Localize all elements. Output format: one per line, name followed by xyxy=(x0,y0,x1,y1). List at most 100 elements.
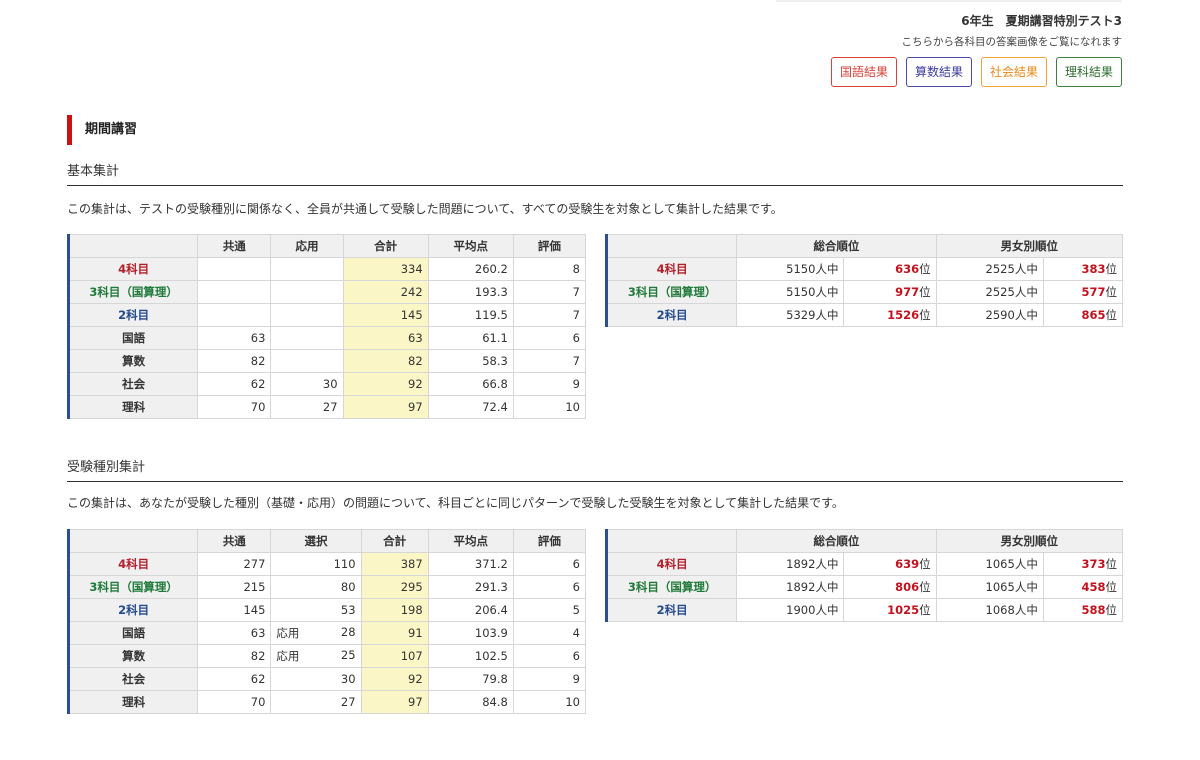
total-score: 63 xyxy=(342,326,429,350)
japanese-result-button[interactable]: 国語結果 xyxy=(830,57,897,87)
choice-score: 応用 28 xyxy=(270,621,362,645)
math-result-button[interactable]: 算数結果 xyxy=(905,57,972,87)
table-row: 2科目 145 119.5 7 xyxy=(67,303,587,327)
average-score: 58.3 xyxy=(427,349,514,373)
answer-image-note: こちらから各科目の答案画像をご覧になれます xyxy=(901,36,1123,48)
gender-rank: 577位 xyxy=(1042,280,1124,304)
row-label: 4科目 xyxy=(67,257,199,281)
choice-score: 30 xyxy=(270,667,362,691)
table-row: 社会 62 30 92 66.8 9 xyxy=(67,372,587,396)
gender-count: 2525人中 xyxy=(935,257,1044,281)
row-label: 社会 xyxy=(67,372,199,396)
common-score: 215 xyxy=(197,575,272,599)
average-score: 61.1 xyxy=(427,326,514,350)
table-row: 4科目 277 110 387 371.2 6 xyxy=(67,552,587,576)
common-score: 63 xyxy=(197,621,272,645)
gender-count: 1065人中 xyxy=(935,575,1044,599)
total-score: 242 xyxy=(342,280,429,304)
row-label: 4科目 xyxy=(605,552,738,576)
total-score: 145 xyxy=(342,303,429,327)
grade: 6 xyxy=(512,326,587,350)
common-score xyxy=(197,257,272,281)
table-row: 国語 63 63 61.1 6 xyxy=(67,326,587,350)
column-header: 男女別順位 xyxy=(935,529,1124,553)
row-label: 2科目 xyxy=(605,598,738,622)
common-score xyxy=(197,280,272,304)
row-label: 3科目（国算理） xyxy=(67,280,199,304)
table-row: 国語 63 応用 28 91 103.9 4 xyxy=(67,621,587,645)
total-score: 92 xyxy=(342,372,429,396)
column-header: 総合順位 xyxy=(736,529,937,553)
grade: 5 xyxy=(512,598,587,622)
column-header: 合計 xyxy=(360,529,429,553)
total-rank: 806位 xyxy=(843,575,937,599)
table-row: 理科 70 27 97 72.4 10 xyxy=(67,395,587,419)
table-row: 3科目（国算理） 215 80 295 291.3 6 xyxy=(67,575,587,599)
applied-score xyxy=(270,303,344,327)
type-rank-table: 総合順位 男女別順位 4科目 1892人中 639位 1065人中 373位 3… xyxy=(605,529,1124,622)
average-score: 193.3 xyxy=(427,280,514,304)
grade: 10 xyxy=(512,690,587,714)
table-row: 3科目（国算理） 242 193.3 7 xyxy=(67,280,587,304)
gender-count: 2525人中 xyxy=(935,280,1044,304)
table-row: 理科 70 27 97 84.8 10 xyxy=(67,690,587,714)
total-count: 5150人中 xyxy=(736,257,845,281)
row-label: 国語 xyxy=(67,326,199,350)
gender-rank: 383位 xyxy=(1042,257,1124,281)
basic-summary-description: この集計は、テストの受験種別に関係なく、全員が共通して受験した問題について、すべ… xyxy=(67,202,783,216)
grade: 4 xyxy=(512,621,587,645)
total-score: 107 xyxy=(360,644,429,668)
row-label: 4科目 xyxy=(67,552,199,576)
social-result-button[interactable]: 社会結果 xyxy=(980,57,1047,87)
table-row: 算数 82 応用 25 107 102.5 6 xyxy=(67,644,587,668)
column-header: 平均点 xyxy=(427,234,514,258)
column-header: 総合順位 xyxy=(736,234,937,258)
table-header-row: 総合順位 男女別順位 xyxy=(605,529,1124,553)
applied-score: 27 xyxy=(270,395,344,419)
gender-count: 1065人中 xyxy=(935,552,1044,576)
table-row: 2科目 145 53 198 206.4 5 xyxy=(67,598,587,622)
common-score: 70 xyxy=(197,690,272,714)
total-rank: 1526位 xyxy=(843,303,937,327)
average-score: 66.8 xyxy=(427,372,514,396)
common-score xyxy=(197,303,272,327)
choice-score: 27 xyxy=(270,690,362,714)
average-score: 291.3 xyxy=(427,575,514,599)
common-score: 70 xyxy=(197,395,272,419)
common-score: 82 xyxy=(197,644,272,668)
grade: 8 xyxy=(512,257,587,281)
choice-tag: 応用 xyxy=(276,626,300,640)
column-header: 選択 xyxy=(270,529,362,553)
column-header: 共通 xyxy=(197,529,272,553)
grade: 7 xyxy=(512,349,587,373)
science-result-button[interactable]: 理科結果 xyxy=(1055,57,1122,87)
table-header-row: 共通 選択 合計 平均点 評価 xyxy=(67,529,587,553)
type-score-table: 共通 選択 合計 平均点 評価 4科目 277 110 387 371.2 6 … xyxy=(67,529,587,714)
gender-rank: 588位 xyxy=(1042,598,1124,622)
total-count: 1892人中 xyxy=(736,575,845,599)
basic-rank-table: 総合順位 男女別順位 4科目 5150人中 636位 2525人中 383位 3… xyxy=(605,234,1124,327)
average-score: 72.4 xyxy=(427,395,514,419)
choice-tag: 応用 xyxy=(276,649,300,663)
table-header-row: 総合順位 男女別順位 xyxy=(605,234,1124,258)
applied-score xyxy=(270,326,344,350)
average-score: 206.4 xyxy=(427,598,514,622)
column-header: 男女別順位 xyxy=(935,234,1124,258)
grade: 6 xyxy=(512,552,587,576)
row-label: 2科目 xyxy=(67,303,199,327)
total-score: 387 xyxy=(360,552,429,576)
corner-cell xyxy=(605,234,738,258)
table-row: 2科目 1900人中 1025位 1068人中 588位 xyxy=(605,598,1124,622)
total-count: 1900人中 xyxy=(736,598,845,622)
grade: 7 xyxy=(512,303,587,327)
average-score: 79.8 xyxy=(427,667,514,691)
choice-score: 応用 25 xyxy=(270,644,362,668)
row-label: 2科目 xyxy=(605,303,738,327)
row-label: 理科 xyxy=(67,395,199,419)
result-button-group: 国語結果 算数結果 社会結果 理科結果 xyxy=(702,57,1122,87)
type-summary-heading: 受験種別集計 xyxy=(67,456,1123,482)
column-header: 応用 xyxy=(270,234,344,258)
row-label: 3科目（国算理） xyxy=(605,280,738,304)
corner-cell xyxy=(605,529,738,553)
grade: 10 xyxy=(512,395,587,419)
